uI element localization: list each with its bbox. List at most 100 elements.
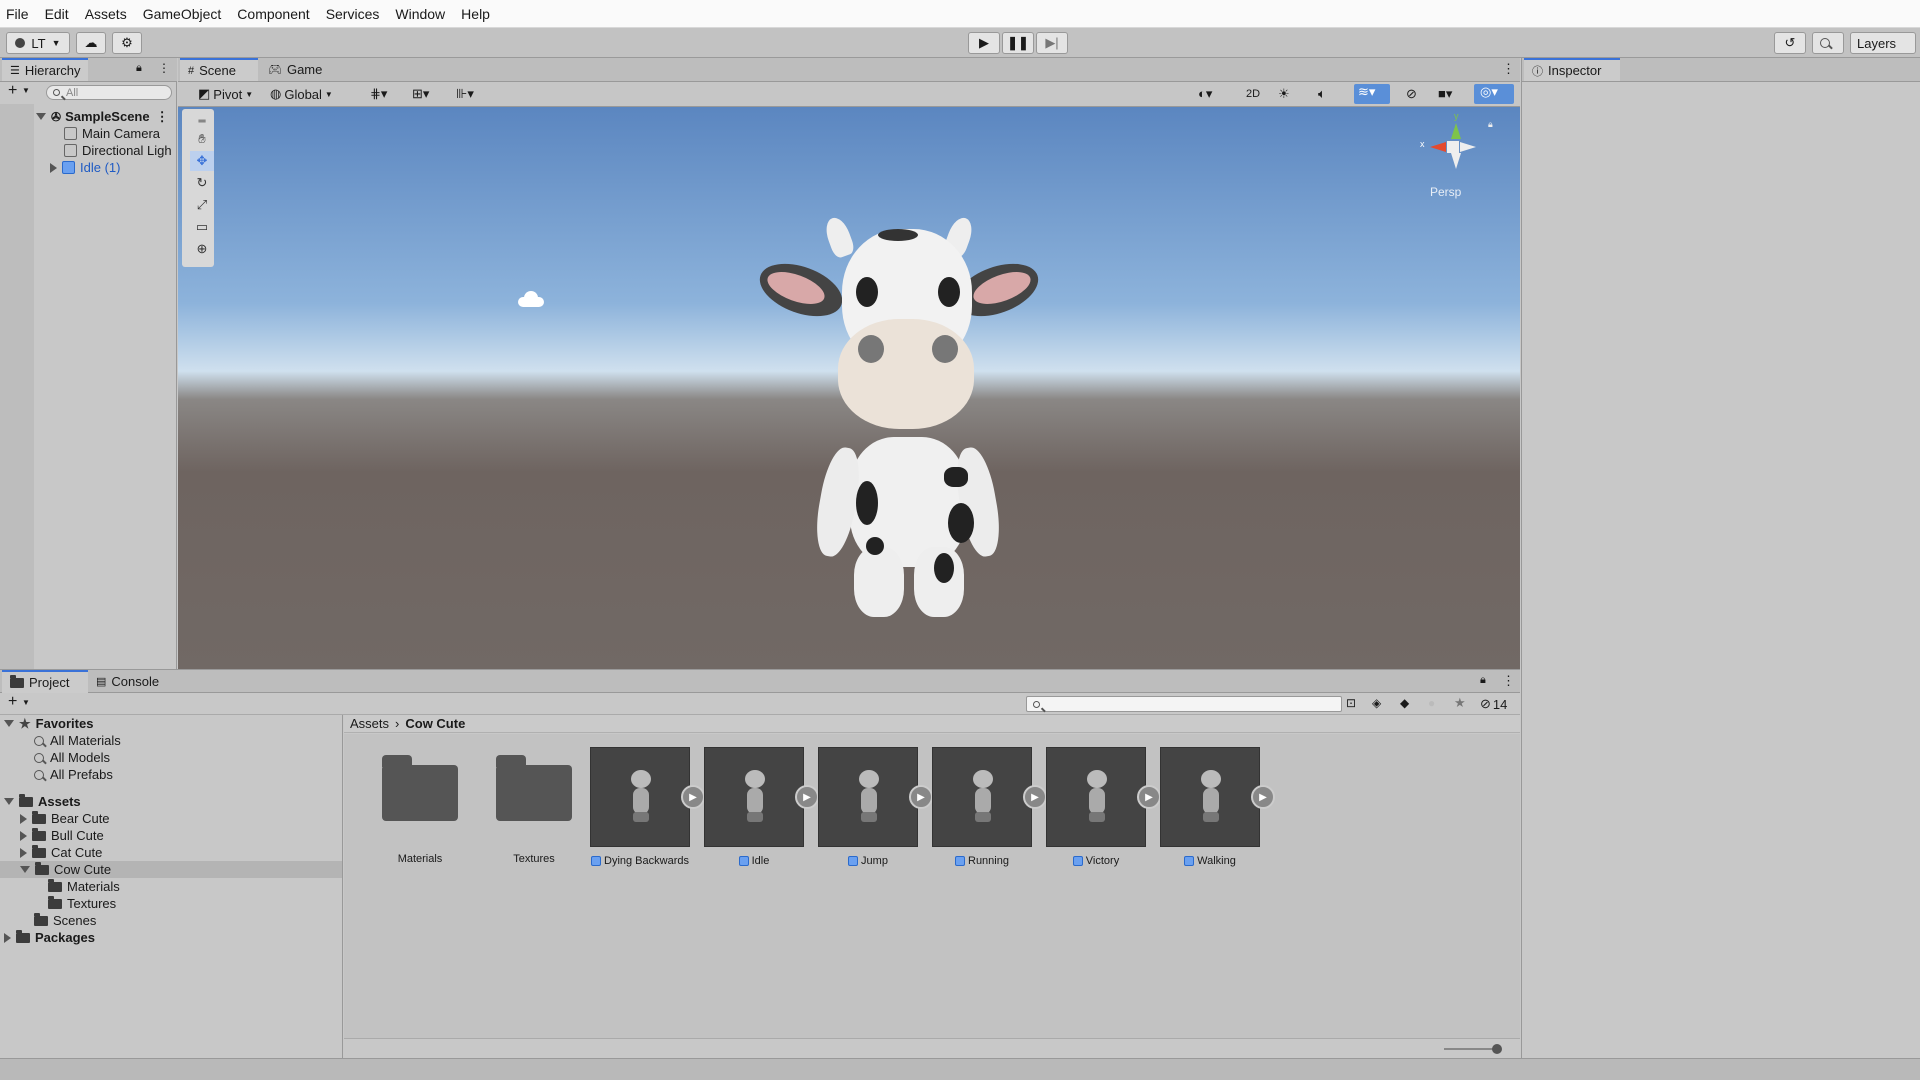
rect-tool-icon[interactable]: ▭ [190, 217, 214, 237]
scale-tool-icon[interactable]: ⤢ [190, 195, 214, 215]
hand-tool-icon[interactable]: ✋︎ [190, 129, 214, 149]
tab-scene[interactable]: # Scene [180, 58, 258, 81]
lock-icon[interactable]: 🔒︎ [1488, 119, 1493, 130]
favorite-all-models[interactable]: All Models [34, 749, 110, 766]
expand-arrow-icon[interactable] [20, 866, 30, 873]
zoom-slider-handle[interactable] [1492, 1044, 1502, 1054]
menu-services[interactable]: Services [326, 6, 380, 22]
gizmos-toggle-button[interactable]: ◎▾ [1474, 84, 1514, 104]
animation-asset-item[interactable]: ▶ Jump [818, 747, 933, 867]
lock-icon[interactable]: 🔒︎ [136, 62, 142, 75]
folder-materials[interactable]: Materials [48, 878, 120, 895]
menu-gameobject[interactable]: GameObject [143, 6, 222, 22]
chevron-down-icon[interactable]: ▼ [22, 698, 30, 707]
tab-inspector[interactable]: ⓘ Inspector [1524, 58, 1620, 81]
add-icon[interactable]: + [8, 693, 17, 711]
search-button[interactable] [1812, 32, 1844, 54]
camera-icon[interactable]: ■▾ [1438, 86, 1452, 102]
project-search-input[interactable] [1026, 696, 1342, 712]
menu-edit[interactable]: Edit [45, 6, 69, 22]
add-icon[interactable]: + [8, 82, 17, 100]
snap-grid-icon[interactable]: ⋕▾ [370, 86, 387, 102]
scene-viewport[interactable]: ═ ✋︎ ✥ ↻ ⤢ ▭ ⊕ y x Persp 🔒︎ [178, 107, 1520, 669]
lighting-toggle-icon[interactable]: ☀ [1278, 86, 1290, 102]
asset-folder-item[interactable]: Textures [484, 747, 584, 865]
folder-bear-cute[interactable]: Bear Cute [20, 810, 110, 827]
favorite-all-materials[interactable]: All Materials [34, 732, 121, 749]
folder-bull-cute[interactable]: Bull Cute [20, 827, 104, 844]
more-options-icon[interactable]: ⋮ [158, 61, 170, 75]
hierarchy-item-idle[interactable]: Idle (1) [50, 159, 120, 176]
gizmo-center-cube[interactable] [1447, 141, 1459, 153]
drag-handle-icon[interactable]: ═ [190, 111, 214, 131]
asset-folder-item[interactable]: Materials [370, 747, 470, 865]
layers-dropdown[interactable]: Layers [1850, 32, 1916, 54]
menu-assets[interactable]: Assets [85, 6, 127, 22]
search-scope-icon[interactable]: ⊡ [1346, 696, 1356, 710]
breadcrumb-assets[interactable]: Assets [350, 716, 389, 731]
expand-arrow-icon[interactable] [50, 162, 57, 173]
gizmo-y-arrow[interactable] [1451, 123, 1461, 139]
animation-asset-item[interactable]: ▶ Running [932, 747, 1047, 867]
expand-arrow-icon[interactable] [20, 830, 27, 841]
transform-tool-icon[interactable]: ⊕ [190, 239, 214, 259]
play-preview-icon[interactable]: ▶ [681, 785, 705, 809]
animation-asset-item[interactable]: ▶ Victory [1046, 747, 1161, 867]
folder-textures[interactable]: Textures [48, 895, 116, 912]
play-preview-icon[interactable]: ▶ [1137, 785, 1161, 809]
expand-arrow-icon[interactable] [4, 798, 14, 805]
chevron-down-icon[interactable]: ▼ [22, 86, 30, 95]
gizmo-neg-x-arrow[interactable] [1460, 142, 1476, 152]
hierarchy-search-input[interactable]: All [46, 85, 172, 100]
animation-asset-item[interactable]: ▶ Idle [704, 747, 819, 867]
rotate-tool-icon[interactable]: ↻ [190, 173, 214, 193]
collab-button[interactable]: ⚙ [112, 32, 142, 54]
global-dropdown[interactable]: ◍ Global ▼ [270, 85, 338, 103]
expand-arrow-icon[interactable] [20, 847, 27, 858]
menu-file[interactable]: File [6, 6, 29, 22]
scene-root-item[interactable]: ✇ SampleScene ⋮ [36, 108, 169, 125]
favorite-star-icon[interactable]: ★ [1454, 695, 1466, 711]
expand-arrow-icon[interactable] [4, 720, 14, 727]
play-preview-icon[interactable]: ▶ [795, 785, 819, 809]
filter-by-type-icon[interactable]: ◈ [1372, 696, 1381, 710]
gizmo-neg-y-arrow[interactable] [1451, 153, 1461, 169]
hierarchy-item-directional-light[interactable]: Directional Ligh [64, 142, 172, 159]
hierarchy-item-main-camera[interactable]: Main Camera [64, 125, 160, 142]
filter-by-label-icon[interactable]: ◆ [1400, 696, 1409, 710]
packages-header[interactable]: Packages [4, 929, 95, 946]
pause-button[interactable]: ❚❚ [1002, 32, 1034, 54]
expand-arrow-icon[interactable] [4, 932, 11, 943]
animation-asset-item[interactable]: ▶ Walking [1160, 747, 1275, 867]
expand-arrow-icon[interactable] [36, 113, 46, 120]
gizmo-x-arrow[interactable] [1430, 142, 1446, 152]
increment-snap-icon[interactable]: ⊪▾ [456, 86, 474, 102]
move-tool-icon[interactable]: ✥ [190, 151, 214, 171]
more-options-icon[interactable]: ⋮ [1502, 61, 1515, 77]
more-options-icon[interactable]: ⋮ [156, 109, 169, 125]
pivot-dropdown[interactable]: ◩ Pivot ▼ [198, 85, 258, 103]
play-button[interactable]: ▶ [968, 32, 1000, 54]
tab-game[interactable]: 🎮︎ Game [260, 58, 334, 81]
toggle-2d-button[interactable]: 2D [1238, 85, 1268, 103]
expand-arrow-icon[interactable] [20, 813, 27, 824]
play-preview-icon[interactable]: ▶ [909, 785, 933, 809]
hidden-packages-toggle[interactable]: ⊘ 14 [1480, 696, 1507, 712]
favorite-all-prefabs[interactable]: All Prefabs [34, 766, 113, 783]
menu-component[interactable]: Component [237, 6, 309, 22]
shading-mode-icon[interactable]: ◐▾ [1198, 86, 1212, 102]
tab-project[interactable]: Project [2, 670, 88, 693]
persp-label[interactable]: Persp [1430, 185, 1461, 199]
grid-snapping-icon[interactable]: ⊞▾ [412, 86, 429, 102]
tab-hierarchy[interactable]: ☰ Hierarchy [2, 58, 88, 81]
folder-cow-cute[interactable]: Cow Cute [20, 861, 111, 878]
step-button[interactable]: ▶| [1036, 32, 1068, 54]
cow-model[interactable] [752, 207, 1058, 627]
breadcrumb-cow-cute[interactable]: Cow Cute [405, 716, 465, 731]
animation-asset-item[interactable]: ▶ Dying Backwards [590, 747, 705, 867]
play-preview-icon[interactable]: ▶ [1251, 785, 1275, 809]
save-search-icon[interactable]: ● [1428, 696, 1435, 710]
tab-console[interactable]: ▤ Console [88, 670, 178, 693]
folder-cat-cute[interactable]: Cat Cute [20, 844, 102, 861]
history-button[interactable]: ↺ [1774, 32, 1806, 54]
